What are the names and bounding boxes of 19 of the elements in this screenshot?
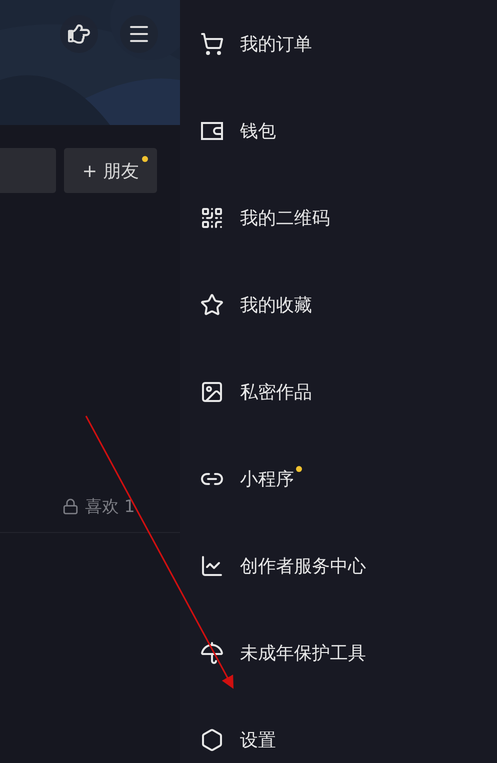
menu-item[interactable]: 钱包 — [240, 118, 276, 142]
hand-pointer-icon — [68, 23, 90, 45]
menu-item[interactable]: 未成年保护工具 — [240, 640, 366, 664]
qr-code-icon — [200, 206, 224, 230]
settings-icon — [200, 728, 224, 752]
menu-item[interactable]: 私密作品 — [240, 380, 312, 404]
menu-item[interactable]: 小程序 — [240, 466, 294, 490]
add-friend-button[interactable]: + 朋友 — [64, 148, 157, 193]
star-icon — [200, 292, 224, 316]
cart-icon — [200, 32, 224, 56]
menu-item[interactable]: 创作者服务中心 — [240, 554, 366, 578]
image-icon — [200, 380, 224, 404]
umbrella-icon — [200, 640, 224, 664]
line-chart-icon — [200, 554, 224, 578]
menu-item[interactable]: 我的收藏 — [240, 292, 312, 316]
likes-tab[interactable]: 喜欢 1 — [84, 495, 135, 518]
menu-item[interactable]: 我的订单 — [240, 32, 312, 56]
menu-item[interactable]: 我的二维码 — [240, 206, 330, 230]
menu-item[interactable]: 设置 — [240, 728, 276, 752]
